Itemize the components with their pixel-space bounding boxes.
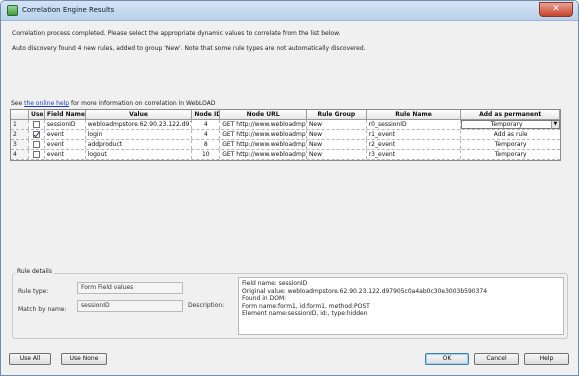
description-line: Field name: sessionID bbox=[242, 280, 308, 287]
rule-group-cell: New bbox=[307, 140, 367, 149]
node-url-cell: GET http://www.webloadmp bbox=[222, 130, 307, 139]
column-header-node-url[interactable]: Node URL bbox=[220, 110, 307, 119]
permanent-cell[interactable]: Temporary bbox=[461, 140, 560, 149]
correlation-rules-table: Use Field Name Value Node ID Node URL Ru… bbox=[10, 109, 561, 161]
rule-name-cell: r2_event bbox=[367, 140, 462, 149]
table-row[interactable]: 2 event login 4 GET http://www.webloadmp… bbox=[11, 130, 560, 140]
online-help-link[interactable]: the online help bbox=[24, 100, 69, 107]
correlation-results-dialog: Correlation Engine Results ✕ Correlation… bbox=[0, 0, 579, 376]
help-note-suffix: for more information on correlation in W… bbox=[69, 100, 216, 107]
column-header-add-as-permanent[interactable]: Add as permanent bbox=[461, 110, 560, 119]
completion-message: Correlation process completed. Please se… bbox=[12, 30, 341, 37]
use-checkbox[interactable] bbox=[32, 151, 40, 158]
webload-app-icon bbox=[7, 5, 18, 16]
use-cell bbox=[29, 150, 45, 159]
help-note: See the online help for more information… bbox=[11, 100, 216, 107]
description-label: Description: bbox=[188, 302, 225, 309]
match-by-label: Match by name: bbox=[18, 306, 67, 313]
permanent-dropdown[interactable]: Temporary ▼ bbox=[461, 120, 560, 129]
use-cell bbox=[29, 130, 45, 139]
field-name-cell: event bbox=[45, 140, 86, 149]
table-row[interactable]: 3 event addproduct 8 GET http://www.webl… bbox=[11, 140, 560, 150]
description-line: Element name:sessionID, id:, type:hidden bbox=[242, 310, 368, 318]
table-header: Use Field Name Value Node ID Node URL Ru… bbox=[11, 110, 560, 120]
column-header-rule-name[interactable]: Rule Name bbox=[366, 110, 462, 119]
field-name-cell: event bbox=[45, 130, 86, 139]
close-button[interactable]: ✕ bbox=[539, 2, 573, 17]
table-row[interactable]: 1 sessionID webloadmpstore.62.90.23.122.… bbox=[11, 120, 560, 130]
value-cell: login bbox=[86, 130, 193, 139]
permanent-cell: Temporary ▼ bbox=[461, 120, 560, 129]
row-number: 3 bbox=[11, 140, 29, 149]
node-url-cell: GET http://www.webloadmp bbox=[222, 150, 307, 159]
use-checkbox[interactable] bbox=[32, 121, 40, 128]
column-header-use[interactable]: Use bbox=[28, 110, 45, 119]
row-number: 4 bbox=[11, 150, 29, 159]
rule-group-cell: New bbox=[307, 130, 367, 139]
rule-group-cell: New bbox=[307, 120, 367, 129]
row-number: 1 bbox=[11, 120, 29, 129]
use-all-button[interactable]: Use All bbox=[9, 353, 51, 365]
help-note-prefix: See bbox=[11, 100, 25, 107]
window-title: Correlation Engine Results bbox=[22, 6, 115, 14]
close-icon: ✕ bbox=[552, 4, 560, 14]
discovery-message: Auto discovery found 4 new rules, added … bbox=[12, 45, 366, 52]
node-id-cell: 8 bbox=[192, 140, 221, 149]
use-checkbox[interactable] bbox=[32, 141, 40, 148]
help-button[interactable]: Help bbox=[524, 353, 569, 365]
use-checkbox[interactable] bbox=[32, 131, 40, 138]
chevron-down-icon[interactable]: ▼ bbox=[550, 121, 559, 128]
node-url-cell: GET http://www.webloadmp bbox=[222, 140, 307, 149]
column-header-rule-group[interactable]: Rule Group bbox=[306, 110, 367, 119]
value-cell: logout bbox=[86, 150, 193, 159]
row-number: 2 bbox=[11, 130, 29, 139]
node-id-cell: 10 bbox=[192, 150, 221, 159]
description-box: Field name: sessionID Original value: we… bbox=[238, 277, 564, 335]
title-bar[interactable]: Correlation Engine Results ✕ bbox=[1, 1, 578, 21]
node-id-cell: 4 bbox=[192, 120, 221, 129]
ok-button[interactable]: OK bbox=[425, 353, 469, 365]
column-header-field-name[interactable]: Field Name bbox=[44, 110, 86, 119]
rule-name-cell: r0_sessionID bbox=[367, 120, 462, 129]
use-none-button[interactable]: Use None bbox=[61, 353, 107, 365]
value-cell: addproduct bbox=[86, 140, 193, 149]
use-cell bbox=[29, 120, 45, 129]
rule-group-cell: New bbox=[307, 150, 367, 159]
permanent-cell[interactable]: Temporary bbox=[461, 150, 560, 159]
permanent-cell[interactable]: Add as rule bbox=[461, 130, 560, 139]
value-cell: webloadmpstore.62.90.23.122.d97905c bbox=[86, 120, 193, 129]
table-row[interactable]: 4 event logout 10 GET http://www.webload… bbox=[11, 150, 560, 160]
rule-type-label: Rule type: bbox=[18, 288, 49, 295]
use-cell bbox=[29, 140, 45, 149]
field-name-cell: sessionID bbox=[45, 120, 86, 129]
rule-name-cell: r3_event bbox=[367, 150, 462, 159]
permanent-dropdown-value: Temporary bbox=[490, 121, 523, 128]
description-line: Original value: webloadmpstore.62.90.23.… bbox=[242, 287, 488, 295]
match-by-field: sessionID bbox=[77, 300, 183, 312]
cancel-button[interactable]: Cancel bbox=[474, 353, 519, 365]
column-header-node-id[interactable]: Node ID bbox=[192, 110, 221, 119]
column-header-value[interactable]: Value bbox=[85, 110, 193, 119]
rule-type-field: Form Field values bbox=[77, 282, 183, 294]
column-header-index[interactable] bbox=[11, 110, 29, 119]
description-line: Found in DOM: bbox=[242, 295, 287, 303]
node-id-cell: 4 bbox=[192, 130, 221, 139]
description-line: Form name:form1, id:form1, method:POST bbox=[242, 302, 370, 310]
field-name-cell: event bbox=[45, 150, 86, 159]
rule-name-cell: r1_event bbox=[367, 130, 462, 139]
node-url-cell: GET http://www.webloadmp bbox=[222, 120, 307, 129]
rule-details-legend: Rule details bbox=[15, 268, 54, 275]
